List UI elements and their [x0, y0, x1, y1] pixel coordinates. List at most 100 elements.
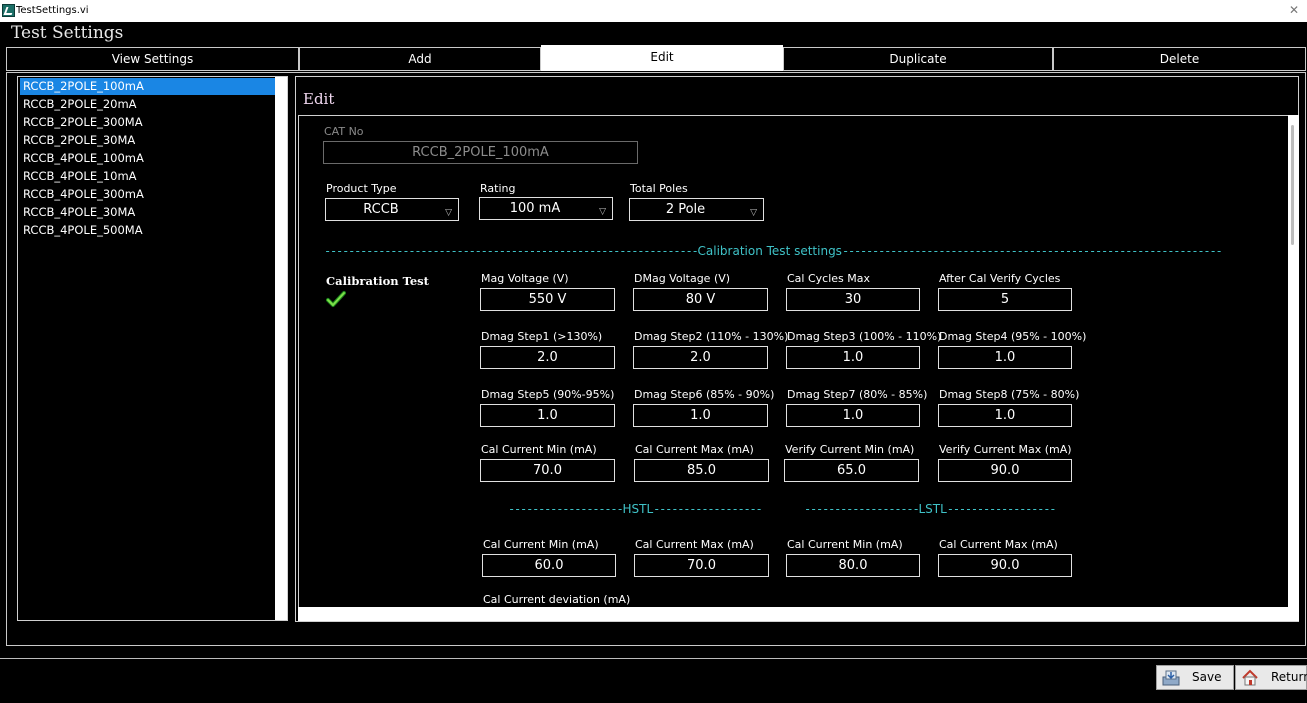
hstl-cal-current-min-label: Cal Current Min (mA) — [483, 538, 599, 551]
list-item[interactable]: RCCB_4POLE_10mA — [20, 168, 275, 185]
cat-list: RCCB_2POLE_100mA RCCB_2POLE_20mA RCCB_2P… — [17, 76, 288, 621]
total-poles-dropdown[interactable]: 2 Pole ▽ — [629, 198, 764, 221]
rating-dropdown[interactable]: 100 mA ▽ — [479, 197, 613, 220]
list-item[interactable]: RCCB_4POLE_300mA — [20, 186, 275, 203]
product-type-dropdown[interactable]: RCCB ▽ — [325, 198, 459, 221]
hstl-cal-current-max-field[interactable]: 70.0 — [634, 554, 769, 577]
vertical-scrollbar[interactable] — [1288, 115, 1299, 621]
cal-cycles-max-label: Cal Cycles Max — [787, 272, 871, 285]
list-item[interactable]: RCCB_2POLE_30MA — [20, 132, 275, 149]
cal-current-max-label: Cal Current Max (mA) — [635, 443, 754, 456]
mag-voltage-field[interactable]: 550 V — [480, 288, 615, 311]
divider-dashes: ------------------ — [653, 502, 763, 516]
check-icon[interactable] — [326, 290, 346, 308]
home-icon — [1242, 669, 1258, 686]
tab-delete[interactable]: Delete — [1053, 47, 1306, 71]
edit-panel-title: Edit — [303, 90, 335, 108]
rating-value: 100 mA — [509, 201, 561, 216]
calibration-header: ----------------------------------------… — [324, 244, 1223, 258]
verify-current-max-field[interactable]: 90.0 — [938, 459, 1072, 482]
divider-dashes: ----------------------------------------… — [324, 244, 699, 258]
cal-current-deviation-label: Cal Current deviation (mA) — [483, 593, 631, 606]
lstl-cal-current-max-field[interactable]: 90.0 — [938, 554, 1072, 577]
dmag-step5-label: Dmag Step5 (90%-95%) — [481, 388, 615, 401]
divider-dashes: ------------------ — [946, 502, 1057, 516]
verify-current-max-label: Verify Current Max (mA) — [939, 443, 1072, 456]
calibration-test-label: Calibration Test — [326, 274, 429, 288]
divider-dashes: ------------------- — [508, 502, 624, 516]
dmag-step5-field[interactable]: 1.0 — [480, 404, 615, 427]
dmag-step8-field[interactable]: 1.0 — [938, 404, 1072, 427]
dmag-voltage-label: DMag Voltage (V) — [634, 272, 731, 285]
dmag-step2-label: Dmag Step2 (110% - 130%) — [634, 330, 789, 343]
cat-no-label: CAT No — [324, 125, 364, 138]
chevron-down-icon: ▽ — [445, 208, 452, 218]
total-poles-label: Total Poles — [630, 182, 688, 195]
after-cal-verify-cycles-field[interactable]: 5 — [938, 288, 1072, 311]
dmag-step6-label: Dmag Step6 (85% - 90%) — [634, 388, 775, 401]
list-item[interactable]: RCCB_2POLE_100mA — [20, 78, 275, 95]
dmag-step1-label: Dmag Step1 (>130%) — [481, 330, 603, 343]
cal-current-min-field[interactable]: 70.0 — [480, 459, 615, 482]
dmag-step2-field[interactable]: 2.0 — [633, 346, 768, 369]
list-item[interactable]: RCCB_2POLE_20mA — [20, 96, 275, 113]
tab-add[interactable]: Add — [299, 47, 541, 71]
footer-divider — [0, 658, 1307, 659]
divider-dashes: ------------------- — [804, 502, 920, 516]
chevron-down-icon: ▽ — [599, 207, 606, 217]
hstl-cal-current-min-field[interactable]: 60.0 — [482, 554, 616, 577]
verify-current-min-label: Verify Current Min (mA) — [785, 443, 915, 456]
hstl-header-text: HSTL — [622, 502, 654, 516]
list-scrollbar[interactable] — [275, 77, 287, 620]
horizontal-scrollbar[interactable] — [298, 607, 1299, 621]
window-title: TestSettings.vi — [16, 5, 89, 16]
product-type-label: Product Type — [326, 182, 397, 195]
list-item[interactable]: RCCB_2POLE_300MA — [20, 114, 275, 131]
hstl-header: -------------------HSTL-----------------… — [508, 502, 763, 516]
dmag-voltage-field[interactable]: 80 V — [633, 288, 768, 311]
dmag-step7-label: Dmag Step7 (80% - 85%) — [787, 388, 928, 401]
tab-edit[interactable]: Edit — [541, 45, 783, 71]
close-icon[interactable]: ✕ — [1289, 3, 1299, 17]
chevron-down-icon: ▽ — [750, 208, 757, 218]
rating-label: Rating — [480, 182, 516, 195]
tab-view-settings[interactable]: View Settings — [6, 47, 299, 71]
list-item[interactable]: RCCB_4POLE_100mA — [20, 150, 275, 167]
app-icon — [2, 4, 15, 17]
scrollbar-thumb[interactable] — [1291, 125, 1294, 245]
cat-no-field: RCCB_2POLE_100mA — [323, 141, 638, 164]
return-button[interactable]: Return — [1235, 665, 1307, 690]
dmag-step8-label: Dmag Step8 (75% - 80%) — [939, 388, 1080, 401]
verify-current-min-field[interactable]: 65.0 — [784, 459, 919, 482]
dmag-step3-label: Dmag Step3 (100% - 110%) — [787, 330, 942, 343]
return-button-label: Return — [1271, 670, 1307, 684]
divider-dashes: ----------------------------------------… — [841, 244, 1223, 258]
lstl-header-text: LSTL — [918, 502, 947, 516]
lstl-header: -------------------LSTL-----------------… — [804, 502, 1057, 516]
save-icon — [1162, 670, 1180, 686]
save-button-label: Save — [1192, 670, 1222, 684]
dmag-step3-field[interactable]: 1.0 — [786, 346, 920, 369]
tab-duplicate[interactable]: Duplicate — [783, 47, 1053, 71]
dmag-step1-field[interactable]: 2.0 — [480, 346, 615, 369]
list-item[interactable]: RCCB_4POLE_30MA — [20, 204, 275, 221]
total-poles-value: 2 Pole — [665, 202, 706, 217]
dmag-step4-label: Dmag Step4 (95% - 100%) — [939, 330, 1087, 343]
mag-voltage-label: Mag Voltage (V) — [481, 272, 569, 285]
dmag-step6-field[interactable]: 1.0 — [633, 404, 768, 427]
list-item[interactable]: RCCB_4POLE_500MA — [20, 222, 275, 239]
cal-current-max-field[interactable]: 85.0 — [634, 459, 769, 482]
calibration-header-text: Calibration Test settings — [697, 244, 842, 258]
page-title: Test Settings — [11, 23, 124, 43]
after-cal-verify-cycles-label: After Cal Verify Cycles — [939, 272, 1061, 285]
save-button[interactable]: Save — [1156, 665, 1234, 690]
product-type-value: RCCB — [363, 202, 399, 217]
window-titlebar: TestSettings.vi ✕ — [0, 0, 1307, 22]
dmag-step4-field[interactable]: 1.0 — [938, 346, 1072, 369]
cal-cycles-max-field[interactable]: 30 — [786, 288, 920, 311]
lstl-cal-current-min-field[interactable]: 80.0 — [786, 554, 920, 577]
cal-current-min-label: Cal Current Min (mA) — [481, 443, 597, 456]
hstl-cal-current-max-label: Cal Current Max (mA) — [635, 538, 754, 551]
dmag-step7-field[interactable]: 1.0 — [786, 404, 920, 427]
lstl-cal-current-min-label: Cal Current Min (mA) — [787, 538, 903, 551]
